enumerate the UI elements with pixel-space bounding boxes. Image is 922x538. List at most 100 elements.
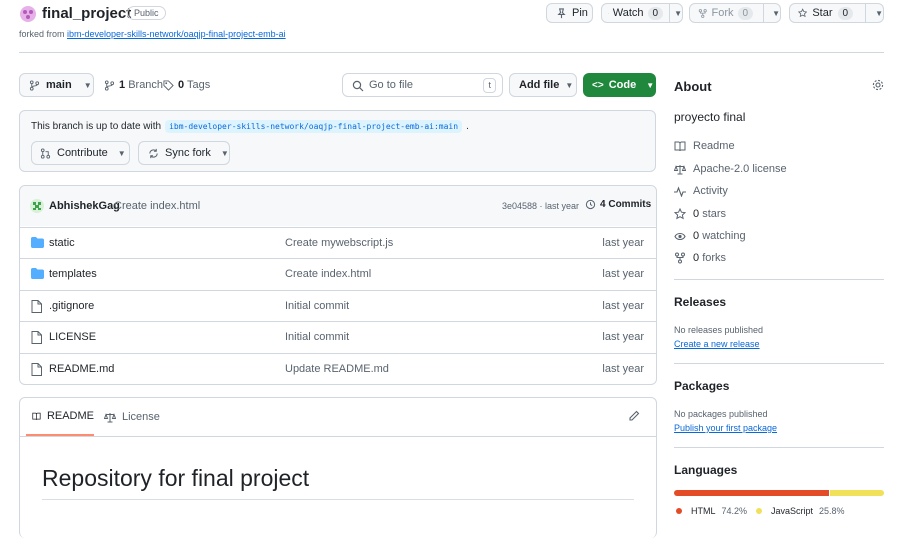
language-bar-segment-html <box>674 490 830 496</box>
code-button[interactable]: <> Code ▼ <box>583 73 656 97</box>
readme-heading: Repository for final project <box>42 465 310 491</box>
file-name[interactable]: README.md <box>49 363 114 375</box>
file-commit-message[interactable]: Create mywebscript.js <box>285 237 393 249</box>
star-count: 0 <box>837 6 854 20</box>
file-row[interactable]: LICENSE Initial commit last year <box>20 321 656 352</box>
releases-title[interactable]: Releases <box>674 295 726 309</box>
publish-package-link[interactable]: Publish your first package <box>674 423 777 433</box>
star-button[interactable]: Star 0 ▼ <box>789 3 884 23</box>
file-name[interactable]: .gitignore <box>49 300 94 312</box>
pulse-icon <box>674 185 686 197</box>
pull-request-icon <box>40 147 51 159</box>
pin-button[interactable]: Pin <box>546 3 593 23</box>
file-commit-message[interactable]: Update README.md <box>285 363 389 375</box>
readme-link[interactable]: Readme <box>674 140 735 152</box>
pencil-icon <box>629 410 640 421</box>
chevron-down-icon[interactable]: ▼ <box>772 9 780 18</box>
branch-icon <box>29 79 40 91</box>
tab-readme-label: README <box>46 410 94 422</box>
tab-license[interactable]: License <box>104 398 160 436</box>
tag-icon <box>163 79 174 91</box>
branch-selector[interactable]: main ▼ <box>19 73 94 97</box>
forks-label: forks <box>702 252 727 264</box>
branches-link[interactable]: 1 Branch <box>104 79 163 91</box>
pin-icon <box>557 7 566 18</box>
file-name[interactable]: static <box>49 237 75 249</box>
stars-link[interactable]: 0 stars <box>674 208 726 220</box>
about-title: About <box>674 79 712 94</box>
language-item-html[interactable]: HTML 74.2% <box>676 506 747 516</box>
file-icon <box>31 300 42 313</box>
repo-description: proyecto final <box>674 110 746 124</box>
commit-meta[interactable]: 3e04588 · last year <box>502 201 579 211</box>
file-commit-message[interactable]: Initial commit <box>285 300 349 312</box>
repo-name[interactable]: final_project <box>42 5 131 22</box>
add-file-label: Add file <box>519 79 560 91</box>
sync-icon <box>149 148 158 158</box>
scale-icon <box>674 164 686 174</box>
commits-link[interactable]: 4 Commits <box>585 199 651 210</box>
sidebar-divider <box>674 279 884 280</box>
sync-fork-label: Sync fork <box>165 147 211 159</box>
sync-status-box: This branch is up to date with ibm-devel… <box>19 110 656 172</box>
sync-ref[interactable]: ibm-developer-skills-network/oaqjp-final… <box>165 120 463 133</box>
star-icon <box>798 8 808 18</box>
readme-link-label: Readme <box>693 140 735 152</box>
tags-link[interactable]: 0 Tags <box>163 79 210 91</box>
file-time: last year <box>602 237 644 249</box>
file-time: last year <box>602 331 644 343</box>
watch-button[interactable]: Watch 0 ▼ <box>601 3 683 23</box>
contribute-button[interactable]: Contribute ▼ <box>31 141 130 165</box>
tags-count: 0 <box>178 79 185 91</box>
file-time: last year <box>602 268 644 280</box>
commit-author[interactable]: AbhishekGag <box>49 200 120 212</box>
about-settings-button[interactable] <box>872 79 884 91</box>
repo-icon <box>19 5 37 23</box>
avatar[interactable] <box>30 199 44 213</box>
sync-fork-button[interactable]: Sync fork ▼ <box>138 141 230 165</box>
header-divider <box>19 52 884 53</box>
go-to-file-input[interactable]: Go to file t <box>342 73 503 97</box>
star-icon <box>674 208 686 220</box>
readme-heading-rule <box>42 499 634 500</box>
activity-link[interactable]: Activity <box>674 185 728 197</box>
language-item-javascript[interactable]: JavaScript 25.8% <box>756 506 845 516</box>
forks-count: 0 <box>693 252 700 264</box>
commit-message[interactable]: Create index.html <box>114 200 200 212</box>
readme-tabs-divider <box>20 436 656 437</box>
file-row[interactable]: static Create mywebscript.js last year <box>20 227 656 258</box>
no-packages-text: No packages published <box>674 409 768 419</box>
branch-name: main <box>46 79 72 91</box>
language-name: HTML <box>691 506 716 516</box>
license-link[interactable]: Apache-2.0 license <box>674 163 787 175</box>
watching-link[interactable]: 0 watching <box>674 230 746 242</box>
file-name[interactable]: templates <box>49 268 97 280</box>
file-row[interactable]: templates Create index.html last year <box>20 258 656 289</box>
forked-from-link[interactable]: ibm-developer-skills-network/oaqjp-final… <box>67 29 286 39</box>
language-name: JavaScript <box>771 506 814 516</box>
file-commit-message[interactable]: Create index.html <box>285 268 371 280</box>
file-row[interactable]: .gitignore Initial commit last year <box>20 290 656 321</box>
file-row[interactable]: README.md Update README.md last year <box>20 353 656 384</box>
forks-link[interactable]: 0 forks <box>674 252 726 264</box>
watch-label: Watch <box>612 7 644 19</box>
file-name[interactable]: LICENSE <box>49 331 96 343</box>
book-icon <box>674 141 686 151</box>
chevron-down-icon[interactable]: ▼ <box>674 9 682 18</box>
sync-period: . <box>466 121 469 132</box>
pin-label: Pin <box>572 7 588 19</box>
chevron-down-icon[interactable]: ▼ <box>875 9 883 18</box>
history-icon <box>585 199 596 210</box>
file-icon <box>31 331 42 344</box>
sidebar-divider <box>674 447 884 448</box>
file-commit-message[interactable]: Initial commit <box>285 331 349 343</box>
add-file-button[interactable]: Add file ▼ <box>509 73 577 97</box>
tab-readme[interactable]: README <box>26 398 94 436</box>
packages-title[interactable]: Packages <box>674 379 729 393</box>
search-shortcut: t <box>483 78 496 93</box>
language-percent: 74.2% <box>721 506 748 516</box>
sync-text: This branch is up to date with <box>31 121 162 132</box>
edit-readme-button[interactable] <box>628 410 640 422</box>
search-placeholder: Go to file <box>369 79 414 91</box>
create-release-link[interactable]: Create a new release <box>674 339 760 349</box>
